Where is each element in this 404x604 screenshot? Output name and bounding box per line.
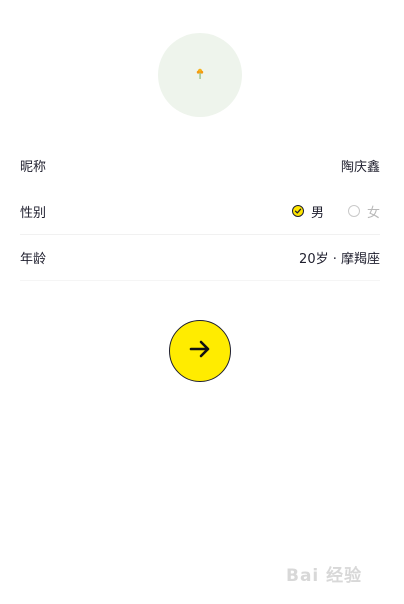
nickname-label: 昵称 — [20, 159, 47, 175]
nickname-value: 陶庆鑫 — [340, 159, 380, 175]
profile-page: 昵称 陶庆鑫 性别 男 女 年龄 20岁 · 摩羯座 Bai 经验 — [0, 0, 404, 604]
next-button[interactable] — [169, 320, 231, 382]
gender-option-female[interactable]: 女 — [347, 202, 380, 221]
arrow-right-icon — [189, 340, 211, 362]
gender-option-male[interactable]: 男 — [291, 202, 324, 221]
flower-icon — [195, 68, 205, 83]
watermark: Bai 经验 — [286, 566, 363, 586]
nickname-row[interactable]: 昵称 陶庆鑫 — [20, 142, 380, 188]
age-value: 20岁 · 摩羯座 — [299, 251, 380, 267]
gender-row: 性别 男 女 — [20, 188, 380, 235]
age-label: 年龄 — [20, 251, 47, 267]
gender-label: 性别 — [20, 205, 47, 221]
gender-female-label: 女 — [366, 205, 380, 221]
age-row[interactable]: 年龄 20岁 · 摩羯座 — [20, 234, 380, 281]
avatar[interactable] — [158, 33, 242, 117]
radio-unchecked-icon[interactable] — [347, 205, 360, 217]
gender-options: 男 女 — [291, 202, 380, 221]
radio-checked-icon[interactable] — [291, 205, 304, 217]
gender-male-label: 男 — [310, 205, 324, 221]
